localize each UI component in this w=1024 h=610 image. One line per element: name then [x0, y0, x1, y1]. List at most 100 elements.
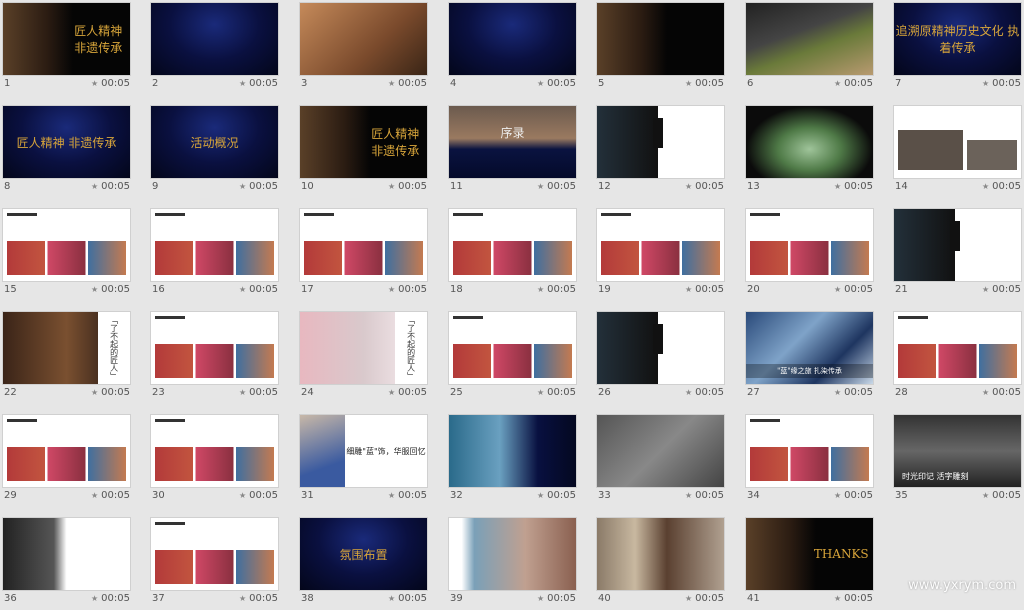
- transition-star-icon[interactable]: ★: [91, 182, 98, 191]
- slide-thumbnail-27[interactable]: "蓝"缘之旅 扎染传承 27 ★ 00:05: [746, 312, 873, 404]
- slide-preview[interactable]: [151, 3, 278, 75]
- transition-star-icon[interactable]: ★: [982, 388, 989, 397]
- transition-star-icon[interactable]: ★: [239, 285, 246, 294]
- transition-star-icon[interactable]: ★: [91, 79, 98, 88]
- slide-preview[interactable]: 匠人精神 非遗传承: [3, 3, 130, 75]
- slide-preview[interactable]: [3, 209, 130, 281]
- transition-star-icon[interactable]: ★: [91, 594, 98, 603]
- slide-preview[interactable]: [449, 415, 576, 487]
- slide-preview[interactable]: 「了不起的匠人」: [3, 312, 130, 384]
- transition-star-icon[interactable]: ★: [239, 79, 246, 88]
- slide-thumbnail-6[interactable]: 6 ★ 00:05: [746, 3, 873, 95]
- slide-preview[interactable]: [746, 209, 873, 281]
- slide-thumbnail-41[interactable]: THANKS 41 ★ 00:05: [746, 518, 873, 610]
- slide-thumbnail-40[interactable]: 40 ★ 00:05: [597, 518, 724, 610]
- slide-thumbnail-23[interactable]: 23 ★ 00:05: [151, 312, 278, 404]
- slide-thumbnail-19[interactable]: 19 ★ 00:05: [597, 209, 724, 301]
- slide-preview[interactable]: [597, 209, 724, 281]
- slide-thumbnail-8[interactable]: 匠人精神 非遗传承 8 ★ 00:05: [3, 106, 130, 198]
- transition-star-icon[interactable]: ★: [537, 388, 544, 397]
- transition-star-icon[interactable]: ★: [388, 285, 395, 294]
- transition-star-icon[interactable]: ★: [685, 594, 692, 603]
- slide-thumbnail-39[interactable]: 39 ★ 00:05: [449, 518, 576, 610]
- slide-preview[interactable]: 匠人精神 非遗传承: [300, 106, 427, 178]
- slide-thumbnail-17[interactable]: 17 ★ 00:05: [300, 209, 427, 301]
- slide-thumbnail-32[interactable]: 32 ★ 00:05: [449, 415, 576, 507]
- transition-star-icon[interactable]: ★: [685, 182, 692, 191]
- slide-thumbnail-12[interactable]: 12 ★ 00:05: [597, 106, 724, 198]
- transition-star-icon[interactable]: ★: [91, 491, 98, 500]
- transition-star-icon[interactable]: ★: [537, 182, 544, 191]
- slide-thumbnail-5[interactable]: 5 ★ 00:05: [597, 3, 724, 95]
- slide-preview[interactable]: [894, 106, 1021, 178]
- slide-preview[interactable]: 活动概况: [151, 106, 278, 178]
- slide-preview[interactable]: [300, 209, 427, 281]
- transition-star-icon[interactable]: ★: [388, 388, 395, 397]
- slide-preview[interactable]: [151, 209, 278, 281]
- transition-star-icon[interactable]: ★: [537, 285, 544, 294]
- transition-star-icon[interactable]: ★: [834, 182, 841, 191]
- slide-thumbnail-14[interactable]: 14 ★ 00:05: [894, 106, 1021, 198]
- transition-star-icon[interactable]: ★: [834, 388, 841, 397]
- transition-star-icon[interactable]: ★: [834, 285, 841, 294]
- transition-star-icon[interactable]: ★: [685, 79, 692, 88]
- slide-thumbnail-3[interactable]: 3 ★ 00:05: [300, 3, 427, 95]
- slide-preview[interactable]: "蓝"缘之旅 扎染传承: [746, 312, 873, 384]
- slide-preview[interactable]: 「了不起的匠人」: [300, 312, 427, 384]
- slide-thumbnail-22[interactable]: 「了不起的匠人」 22 ★ 00:05: [3, 312, 130, 404]
- transition-star-icon[interactable]: ★: [685, 388, 692, 397]
- slide-thumbnail-11[interactable]: 序录 11 ★ 00:05: [449, 106, 576, 198]
- slide-thumbnail-38[interactable]: 氛围布置 38 ★ 00:05: [300, 518, 427, 610]
- transition-star-icon[interactable]: ★: [239, 182, 246, 191]
- slide-preview[interactable]: 细雕"蓝"饰，华服回忆: [300, 415, 427, 487]
- slide-preview[interactable]: [597, 415, 724, 487]
- slide-thumbnail-20[interactable]: 20 ★ 00:05: [746, 209, 873, 301]
- slide-thumbnail-16[interactable]: 16 ★ 00:05: [151, 209, 278, 301]
- transition-star-icon[interactable]: ★: [834, 79, 841, 88]
- slide-preview[interactable]: [449, 209, 576, 281]
- slide-preview[interactable]: [746, 106, 873, 178]
- slide-preview[interactable]: 时光印记 活字雕刻: [894, 415, 1021, 487]
- slide-thumbnail-24[interactable]: 「了不起的匠人」 24 ★ 00:05: [300, 312, 427, 404]
- slide-thumbnail-36[interactable]: 36 ★ 00:05: [3, 518, 130, 610]
- slide-preview[interactable]: [746, 3, 873, 75]
- slide-preview[interactable]: [597, 518, 724, 590]
- slide-preview[interactable]: [3, 518, 130, 590]
- slide-thumbnail-9[interactable]: 活动概况 9 ★ 00:05: [151, 106, 278, 198]
- slide-thumbnail-1[interactable]: 匠人精神 非遗传承 1 ★ 00:05: [3, 3, 130, 95]
- slide-thumbnail-7[interactable]: 追溯原精神历史文化 执着传承 7 ★ 00:05: [894, 3, 1021, 95]
- transition-star-icon[interactable]: ★: [685, 285, 692, 294]
- transition-star-icon[interactable]: ★: [239, 491, 246, 500]
- transition-star-icon[interactable]: ★: [388, 79, 395, 88]
- slide-thumbnail-15[interactable]: 15 ★ 00:05: [3, 209, 130, 301]
- slide-thumbnail-2[interactable]: 2 ★ 00:05: [151, 3, 278, 95]
- slide-preview[interactable]: [597, 3, 724, 75]
- slide-preview[interactable]: 匠人精神 非遗传承: [3, 106, 130, 178]
- transition-star-icon[interactable]: ★: [982, 182, 989, 191]
- slide-preview[interactable]: [597, 106, 724, 178]
- slide-preview[interactable]: [449, 518, 576, 590]
- transition-star-icon[interactable]: ★: [239, 388, 246, 397]
- slide-thumbnail-34[interactable]: 34 ★ 00:05: [746, 415, 873, 507]
- slide-thumbnail-26[interactable]: 26 ★ 00:05: [597, 312, 724, 404]
- transition-star-icon[interactable]: ★: [982, 285, 989, 294]
- slide-preview[interactable]: 序录: [449, 106, 576, 178]
- slide-preview[interactable]: [151, 312, 278, 384]
- transition-star-icon[interactable]: ★: [91, 285, 98, 294]
- transition-star-icon[interactable]: ★: [537, 594, 544, 603]
- slide-preview[interactable]: [597, 312, 724, 384]
- slide-preview[interactable]: [449, 3, 576, 75]
- slide-preview[interactable]: [894, 209, 1021, 281]
- slide-preview[interactable]: THANKS: [746, 518, 873, 590]
- transition-star-icon[interactable]: ★: [388, 491, 395, 500]
- slide-preview[interactable]: [300, 3, 427, 75]
- slide-preview[interactable]: 氛围布置: [300, 518, 427, 590]
- slide-thumbnail-31[interactable]: 细雕"蓝"饰，华服回忆 31 ★ 00:05: [300, 415, 427, 507]
- slide-preview[interactable]: [894, 312, 1021, 384]
- transition-star-icon[interactable]: ★: [537, 79, 544, 88]
- slide-preview[interactable]: [449, 312, 576, 384]
- slide-preview[interactable]: [746, 415, 873, 487]
- slide-preview[interactable]: 追溯原精神历史文化 执着传承: [894, 3, 1021, 75]
- slide-thumbnail-4[interactable]: 4 ★ 00:05: [449, 3, 576, 95]
- transition-star-icon[interactable]: ★: [834, 594, 841, 603]
